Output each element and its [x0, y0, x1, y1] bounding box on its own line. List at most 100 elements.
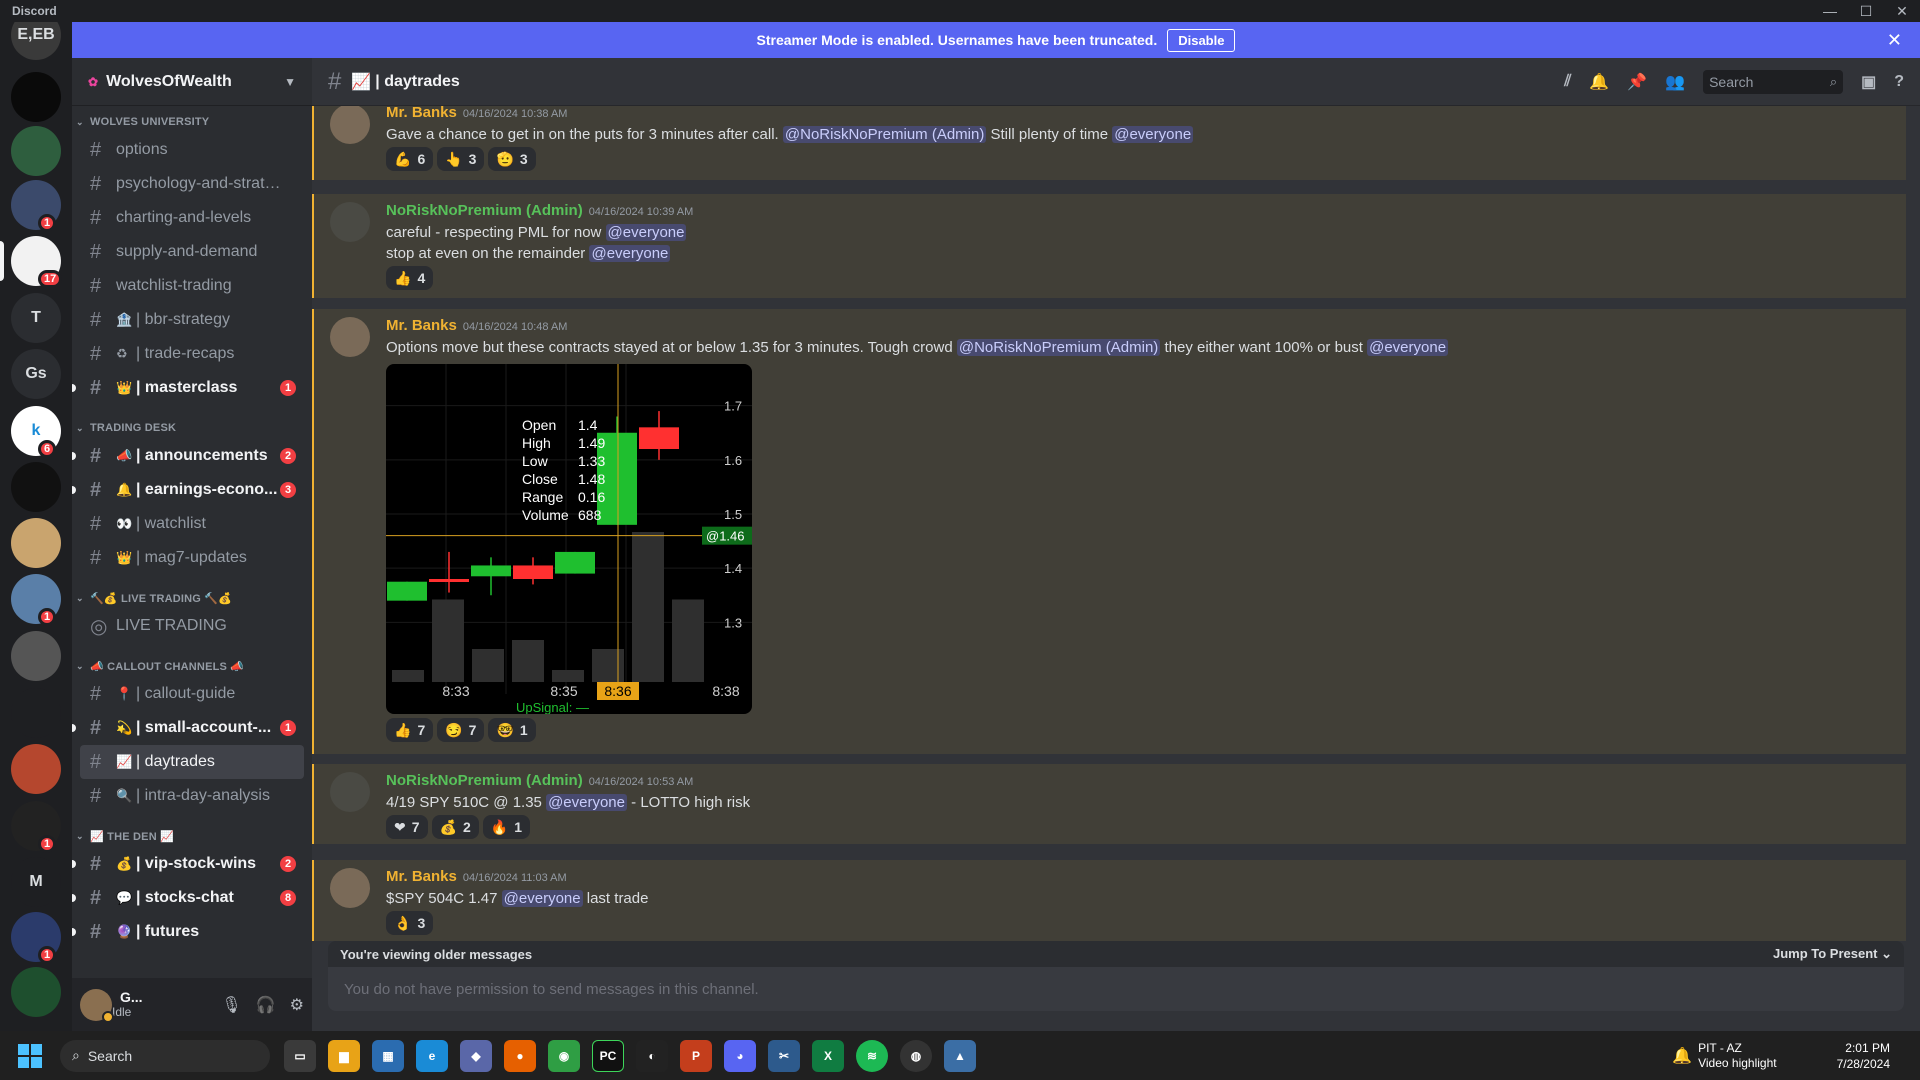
- help-icon[interactable]: ?: [1894, 73, 1904, 91]
- jump-to-present-button[interactable]: Jump To Present ⌄: [1773, 946, 1892, 962]
- voice-channel-live-trading[interactable]: ◎ LIVE TRADING: [80, 609, 304, 643]
- server-icon[interactable]: M: [11, 857, 61, 907]
- avatar[interactable]: [330, 772, 370, 812]
- reaction-button[interactable]: 🔥 1: [482, 815, 530, 839]
- server-icon[interactable]: [11, 688, 61, 738]
- server-icon[interactable]: [11, 631, 61, 681]
- message-author[interactable]: NoRiskNoPremium (Admin): [386, 772, 583, 789]
- avatar[interactable]: [330, 202, 370, 242]
- notification-icon[interactable]: 🔔: [1672, 1046, 1692, 1066]
- gear-icon[interactable]: ⚙: [290, 995, 304, 1015]
- server-icon[interactable]: [11, 462, 61, 512]
- mention[interactable]: @NoRiskNoPremium (Admin): [782, 126, 987, 143]
- edge-icon[interactable]: e: [416, 1039, 448, 1072]
- mention[interactable]: @everyone: [589, 245, 671, 262]
- message-author[interactable]: Mr. Banks: [386, 868, 457, 885]
- channel-item[interactable]: # 👑 | mag7-updates: [80, 541, 304, 575]
- avatar[interactable]: [330, 868, 370, 908]
- reaction-button[interactable]: 😏 7: [437, 718, 485, 742]
- mention[interactable]: @everyone: [546, 794, 627, 811]
- channel-item[interactable]: # 💰 | vip-stock-wins 2: [72, 847, 304, 881]
- message-author[interactable]: Mr. Banks: [386, 106, 457, 121]
- channel-item[interactable]: # 🔔 | earnings-econo... 3: [72, 473, 304, 507]
- snipping-icon[interactable]: ✂: [768, 1039, 800, 1072]
- mention[interactable]: @NoRiskNoPremium (Admin): [956, 339, 1161, 356]
- app-icon[interactable]: ◆: [460, 1039, 492, 1072]
- clock[interactable]: 2:01 PM 7/28/2024: [1837, 1040, 1890, 1072]
- channel-item[interactable]: # 📣 | announcements 2: [72, 439, 304, 473]
- bell-icon[interactable]: 🔔: [1589, 72, 1609, 92]
- minimize-icon[interactable]: —: [1812, 0, 1848, 22]
- server-icon[interactable]: [11, 744, 61, 794]
- server-icon[interactable]: [11, 126, 61, 176]
- channel-item[interactable]: # 👑 | masterclass 1: [72, 371, 304, 405]
- server-icon[interactable]: E,EB: [11, 22, 61, 60]
- chart-image[interactable]: 1.7 1.6 1.5 1.4 1.3 @1.46 8:33 8:35 8:36 8:38 Open…: [386, 364, 752, 714]
- server-icon[interactable]: [11, 72, 61, 122]
- search-input[interactable]: Search ⌕: [1703, 69, 1844, 94]
- channel-item[interactable]: # 🏦 | bbr-strategy: [80, 303, 304, 337]
- headphones-icon[interactable]: 🎧: [256, 995, 276, 1015]
- avatar[interactable]: [330, 106, 370, 144]
- category-header[interactable]: ⌄ 🔨💰 LIVE TRADING 🔨💰: [72, 587, 312, 609]
- spotify-icon[interactable]: ≋: [856, 1039, 888, 1072]
- file-explorer-icon[interactable]: ▆: [328, 1039, 360, 1072]
- server-header[interactable]: ✿ WolvesOfWealth ▼: [72, 58, 312, 106]
- mention[interactable]: @everyone: [1367, 339, 1449, 356]
- obs-icon[interactable]: ◍: [900, 1039, 932, 1072]
- category-header[interactable]: ⌄ 📈 THE DEN 📈: [72, 825, 312, 847]
- channel-item[interactable]: # options: [80, 133, 304, 167]
- excel-icon[interactable]: X: [812, 1039, 844, 1072]
- close-banner-icon[interactable]: ✕: [1887, 30, 1902, 51]
- channel-item[interactable]: # watchlist-trading: [80, 269, 304, 303]
- close-window-icon[interactable]: ✕: [1884, 0, 1920, 22]
- channel-item[interactable]: # 🔍 | intra-day-analysis: [80, 779, 304, 813]
- reaction-button[interactable]: 👆 3: [437, 147, 485, 171]
- mention[interactable]: @everyone: [501, 890, 583, 907]
- category-header[interactable]: ⌄ WOLVES UNIVERSITY: [72, 111, 312, 133]
- channel-item[interactable]: # psychology-and-strategi...: [80, 167, 304, 201]
- avatar[interactable]: [80, 988, 114, 1023]
- channel-item[interactable]: # 🔮 | futures: [72, 915, 304, 949]
- channel-item[interactable]: # 📈 | daytrades: [80, 745, 304, 779]
- category-header[interactable]: ⌄ TRADING DESK: [72, 417, 312, 439]
- server-icon[interactable]: [11, 967, 61, 1017]
- channel-item[interactable]: # 💬 | stocks-chat 8: [72, 881, 304, 915]
- reaction-button[interactable]: 👌 3: [386, 911, 434, 935]
- firefox-icon[interactable]: ●: [504, 1039, 536, 1072]
- app-icon[interactable]: ◐: [636, 1039, 668, 1072]
- mention[interactable]: @everyone: [1112, 126, 1194, 143]
- reaction-button[interactable]: 🫡 3: [488, 147, 536, 171]
- taskbar-search[interactable]: ⌕ Search: [60, 1039, 270, 1072]
- threads-icon[interactable]: ⫽: [1564, 73, 1571, 91]
- channel-item[interactable]: # charting-and-levels: [80, 201, 304, 235]
- reaction-button[interactable]: 👍 7: [386, 718, 434, 742]
- server-icon[interactable]: [11, 518, 61, 568]
- reaction-button[interactable]: 💰 2: [431, 815, 479, 839]
- pycharm-icon[interactable]: PC: [592, 1039, 624, 1072]
- avatar[interactable]: [330, 317, 370, 357]
- server-icon[interactable]: T: [11, 293, 61, 343]
- discord-icon[interactable]: ◕: [724, 1039, 756, 1072]
- chrome-icon[interactable]: ◉: [548, 1039, 580, 1072]
- store-icon[interactable]: ▦: [372, 1039, 404, 1072]
- channel-item[interactable]: # 📍 | callout-guide: [80, 677, 304, 711]
- task-view-icon[interactable]: ▭: [284, 1039, 316, 1072]
- app-icon[interactable]: ▲: [944, 1039, 976, 1072]
- reaction-button[interactable]: ❤ 7: [386, 815, 428, 839]
- microphone-icon[interactable]: 🎙: [221, 995, 241, 1015]
- mention[interactable]: @everyone: [605, 224, 687, 241]
- channel-item[interactable]: # ♻ | trade-recaps: [80, 337, 304, 371]
- reaction-button[interactable]: 👍 4: [386, 266, 434, 290]
- category-header[interactable]: ⌄ 📣 CALLOUT CHANNELS 📣: [72, 655, 312, 677]
- reaction-button[interactable]: 🤓 1: [488, 718, 536, 742]
- windows-start-icon[interactable]: [18, 1043, 42, 1068]
- message-author[interactable]: NoRiskNoPremium (Admin): [386, 202, 583, 219]
- channel-item[interactable]: # 👀 | watchlist: [80, 507, 304, 541]
- message-author[interactable]: Mr. Banks: [386, 317, 457, 334]
- inbox-icon[interactable]: ▣: [1861, 72, 1876, 92]
- channel-item[interactable]: # 💫 | small-account-... 1: [72, 711, 304, 745]
- powerpoint-icon[interactable]: P: [680, 1039, 712, 1072]
- disable-button[interactable]: Disable: [1167, 28, 1236, 52]
- channel-item[interactable]: # supply-and-demand: [80, 235, 304, 269]
